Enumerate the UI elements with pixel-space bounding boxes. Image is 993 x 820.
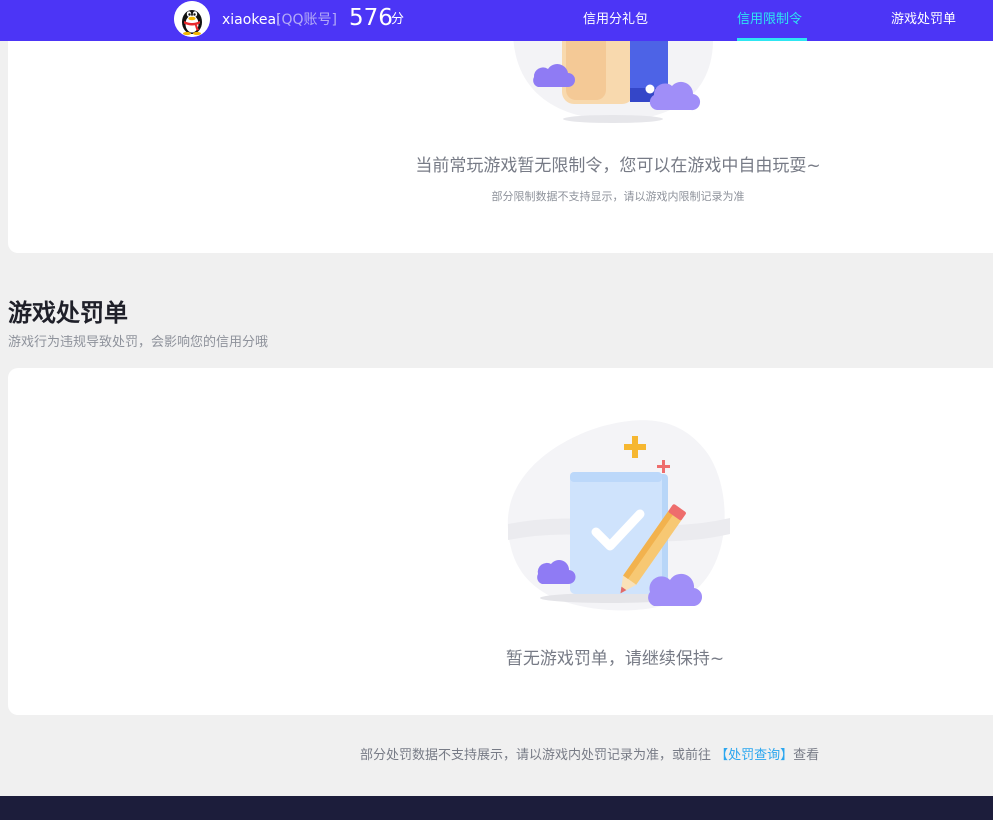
restriction-data-note: 部分限制数据不支持显示，请以游戏内限制记录为准 [491, 190, 745, 203]
nav-tab-game-penalty[interactable]: 游戏处罚单 [891, 11, 956, 28]
top-navigation-bar: xiaokeai [QQ账号] 576 分 信用分礼包 信用限制令 游戏处罚单 [0, 0, 993, 41]
user-name: xiaokeai [222, 12, 281, 28]
credit-score-unit: 分 [391, 12, 405, 27]
penalty-query-link[interactable]: 【处罚查询】 [715, 748, 793, 763]
restriction-empty-message: 当前常玩游戏暂无限制令，您可以在游戏中自由玩耍~ [415, 156, 821, 176]
page-footer [0, 796, 993, 820]
footnote-suffix: 查看 [793, 748, 820, 763]
active-tab-indicator [737, 38, 807, 41]
footnote-text: 部分处罚数据不支持展示，请以游戏内处罚记录为准，或前往 [360, 748, 712, 763]
credit-score-value: 576 [349, 5, 393, 31]
nav-tab-credit-restriction[interactable]: 信用限制令 [737, 11, 802, 28]
penalty-section-title: 游戏处罚单 [8, 299, 128, 327]
penalty-section-description: 游戏行为违规导致处罚，会影响您的信用分哦 [8, 335, 269, 350]
penalty-data-footnote: 部分处罚数据不支持展示，请以游戏内处罚记录为准，或前往 【处罚查询】查看 [360, 747, 819, 765]
penalty-empty-message: 暂无游戏罚单，请继续保持~ [505, 649, 725, 669]
penalty-card: 暂无游戏罚单，请继续保持~ [8, 368, 993, 715]
account-type-label: [QQ账号] [276, 12, 337, 28]
checked-document-pencil-illustration-icon [498, 414, 738, 618]
qq-penguin-avatar-icon[interactable] [174, 1, 210, 37]
nav-tab-credit-gift[interactable]: 信用分礼包 [583, 11, 648, 28]
